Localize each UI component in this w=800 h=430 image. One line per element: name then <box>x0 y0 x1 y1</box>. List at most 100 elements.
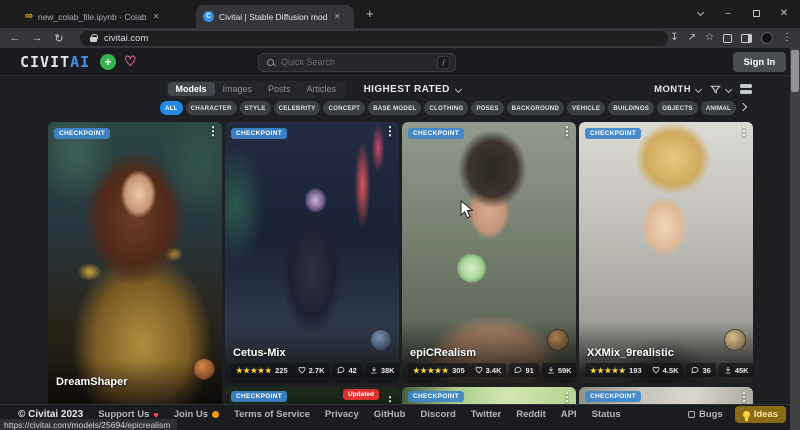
sort-dropdown[interactable]: HIGHEST RATED <box>364 84 461 95</box>
browser-menu-icon[interactable]: ⋮ <box>782 33 792 43</box>
category-character[interactable]: CHARACTER <box>186 101 237 115</box>
comment-icon <box>691 366 699 374</box>
creator-avatar[interactable] <box>724 329 746 351</box>
window-chevron-icon[interactable] <box>688 0 712 26</box>
category-clothing[interactable]: CLOTHING <box>424 101 468 115</box>
card-menu-icon[interactable]: ⋮ <box>207 125 219 137</box>
downloads-pill: 38K <box>365 363 399 377</box>
footer-link-privacy[interactable]: Privacy <box>325 409 359 420</box>
footer-link-twitter[interactable]: Twitter <box>471 409 501 420</box>
card-menu-icon[interactable]: ⋮ <box>384 125 396 137</box>
category-background[interactable]: BACKGROUND <box>507 101 564 115</box>
category-celebrity[interactable]: CELEBRITY <box>274 101 321 115</box>
support-heart-icon[interactable]: ♡ <box>124 53 137 70</box>
search-input[interactable]: Quick Search / <box>258 53 456 72</box>
side-panel-icon[interactable] <box>741 34 752 43</box>
category-concept[interactable]: CONCEPT <box>323 101 365 115</box>
footer-link-api[interactable]: API <box>561 409 577 420</box>
period-dropdown[interactable]: MONTH <box>654 84 701 95</box>
sign-in-button[interactable]: Sign In <box>733 52 786 72</box>
search-icon <box>267 59 274 66</box>
tab-civitai[interactable]: C Civitai | Stable Diffusion models ✕ <box>196 5 354 28</box>
tab-images[interactable]: Images <box>215 82 261 96</box>
card-menu-icon[interactable]: ⋮ <box>561 391 573 403</box>
downloads-icon[interactable]: ↧ <box>670 33 678 43</box>
card-menu-icon[interactable]: ⋮ <box>738 391 750 403</box>
ideas-button[interactable]: Ideas <box>735 406 786 423</box>
star-rating-icon: ★★★★★ <box>413 366 449 375</box>
chevron-down-icon <box>725 85 732 92</box>
comments-count: 36 <box>702 366 710 375</box>
comments-pill: 91 <box>509 363 538 377</box>
model-card-cetus-mix[interactable]: CHECKPOINT ⋮ Cetus-Mix ★★★★★ 225 2.7K 42 <box>225 122 399 383</box>
logo-text-ai: AI <box>70 53 90 71</box>
tab-models[interactable]: Models <box>168 82 215 96</box>
extensions-puzzle-icon[interactable] <box>723 34 732 43</box>
bookmark-star-icon[interactable]: ☆ <box>705 33 714 43</box>
share-icon[interactable]: ↗ <box>688 33 696 43</box>
status-bar: https://civitai.com/models/25694/epicrea… <box>0 419 177 430</box>
footer-link-discord[interactable]: Discord <box>420 409 455 420</box>
comments-pill: 36 <box>686 363 715 377</box>
reload-button[interactable]: ↻ <box>48 32 70 45</box>
checkpoint-badge: CHECKPOINT <box>408 128 464 139</box>
logo-text-civit: CIVIT <box>20 53 70 71</box>
footer-link-github[interactable]: GitHub <box>374 409 406 420</box>
sort-label: HIGHEST RATED <box>364 84 450 95</box>
footer-link-status[interactable]: Status <box>592 409 621 420</box>
footer-link-reddit[interactable]: Reddit <box>516 409 546 420</box>
updated-badge: Updated <box>343 389 379 400</box>
category-buildings[interactable]: BUILDINGS <box>608 101 654 115</box>
scrollbar-thumb[interactable] <box>791 50 799 92</box>
card-menu-icon[interactable]: ⋮ <box>738 125 750 137</box>
tab-close-icon[interactable]: ✕ <box>332 11 343 22</box>
window-maximize-button[interactable] <box>744 0 768 26</box>
downloads-pill: 45K <box>719 363 753 377</box>
category-base-model[interactable]: BASE MODEL <box>368 101 421 115</box>
civitai-logo[interactable]: CIVITAI <box>20 53 90 71</box>
window-minimize-button[interactable]: – <box>716 0 740 26</box>
model-title: epiCRealism <box>410 347 476 359</box>
colab-favicon-icon: ∞ <box>25 11 33 22</box>
footer-link-join-us[interactable]: Join Us <box>174 409 219 420</box>
downloads-pill: 59K <box>542 363 576 377</box>
likes-pill: 4.5K <box>647 363 684 377</box>
card-menu-icon[interactable]: ⋮ <box>561 125 573 137</box>
join-emoji-icon <box>212 411 219 418</box>
creator-avatar[interactable] <box>370 329 392 351</box>
category-vehicle[interactable]: VEHICLE <box>567 101 605 115</box>
bugs-button[interactable]: Bugs <box>688 409 723 420</box>
category-objects[interactable]: OBJECTS <box>657 101 698 115</box>
model-card-epicrealism[interactable]: CHECKPOINT ⋮ epiCRealism ★★★★★ 305 3.4K … <box>402 122 576 383</box>
checkpoint-badge: CHECKPOINT <box>54 128 110 139</box>
tab-colab[interactable]: ∞ new_colab_file.ipynb - Colaborat ✕ <box>18 5 170 28</box>
chevron-down-icon <box>455 85 462 92</box>
browser-profile-avatar[interactable] <box>761 32 773 44</box>
model-card-xxmix9realistic[interactable]: CHECKPOINT ⋮ XXMix_9realistic ★★★★★ 193 … <box>579 122 753 383</box>
category-animal[interactable]: ANIMAL <box>701 101 736 115</box>
forward-button[interactable]: → <box>26 32 48 44</box>
back-button[interactable]: ← <box>4 32 26 44</box>
window-close-button[interactable]: ✕ <box>772 0 796 26</box>
scroll-right-chevron-icon[interactable] <box>739 103 747 111</box>
address-bar[interactable]: civitai.com <box>80 31 668 46</box>
status-url-text: https://civitai.com/models/25694/epicrea… <box>4 420 170 430</box>
new-tab-button[interactable]: + <box>366 6 374 21</box>
creator-avatar[interactable] <box>547 329 569 351</box>
page-scrollbar[interactable] <box>790 48 800 430</box>
tab-close-icon[interactable]: ✕ <box>151 11 162 22</box>
tab-posts[interactable]: Posts <box>260 82 299 96</box>
filter-dropdown[interactable] <box>710 84 731 95</box>
model-title: DreamShaper <box>56 376 128 388</box>
tab-articles[interactable]: Articles <box>299 82 345 96</box>
upload-plus-button[interactable]: + <box>100 54 116 70</box>
layout-toggle-icon[interactable] <box>740 84 752 95</box>
model-card-dreamshaper[interactable]: CHECKPOINT ⋮ DreamShaper <box>48 122 222 422</box>
rating-count: 305 <box>452 366 465 375</box>
footer-link-terms[interactable]: Terms of Service <box>234 409 310 420</box>
category-style[interactable]: STYLE <box>240 101 271 115</box>
creator-avatar[interactable] <box>193 358 215 380</box>
category-all[interactable]: ALL <box>160 101 183 115</box>
comment-icon <box>514 366 522 374</box>
category-poses[interactable]: POSES <box>471 101 503 115</box>
